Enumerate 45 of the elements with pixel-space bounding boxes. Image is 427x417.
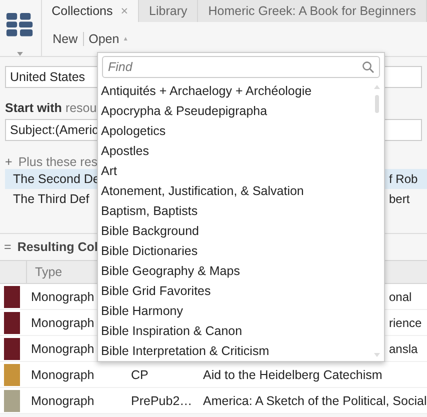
menu-item[interactable]: Bible Grid Favorites bbox=[101, 281, 373, 301]
menu-item[interactable]: Bible Harmony bbox=[101, 301, 373, 321]
menu-item[interactable]: Bible Geography & Maps bbox=[101, 261, 373, 281]
table-cell: Monograph bbox=[31, 368, 94, 382]
scroll-down-arrow-icon[interactable] bbox=[374, 353, 380, 357]
column-header[interactable]: Type bbox=[27, 261, 62, 283]
table-cell: Monograph bbox=[31, 290, 94, 304]
caret-icon[interactable] bbox=[17, 52, 24, 56]
plus-icon[interactable]: + bbox=[5, 155, 12, 169]
table-cell: Monograph bbox=[31, 394, 94, 408]
new-button[interactable]: New bbox=[48, 32, 83, 46]
table-cell-text: ansla bbox=[389, 342, 419, 356]
resulting-heading: Resulting Col bbox=[17, 240, 98, 254]
search-icon[interactable] bbox=[362, 61, 374, 73]
table-cell: Aid to the Heidelberg Catechism bbox=[203, 368, 382, 382]
menu-item[interactable]: Bible Inspiration & Canon bbox=[101, 321, 373, 341]
resource-title: bert bbox=[389, 191, 411, 208]
scroll-up-arrow-icon[interactable] bbox=[374, 85, 380, 89]
plus-heading: Plus these res bbox=[18, 155, 98, 169]
menu-item[interactable]: Atonement, Justification, & Salvation bbox=[101, 181, 373, 201]
menu-item[interactable]: Apostles bbox=[101, 141, 373, 161]
menu-item[interactable]: Bible Dictionaries bbox=[101, 241, 373, 261]
menu-item[interactable]: Bible Interpretation & Criticism bbox=[101, 341, 373, 361]
tab[interactable]: Homeric Greek: A Book for Beginners bbox=[198, 0, 427, 22]
table-cell: PrePub2… bbox=[131, 394, 192, 408]
tab[interactable]: Collections × bbox=[42, 0, 140, 22]
resource-title: f Rob bbox=[389, 171, 419, 188]
table-cell-text: onal bbox=[389, 290, 413, 304]
menu-item[interactable]: Apocrypha & Pseudepigrapha bbox=[101, 101, 373, 121]
table-cell: CP bbox=[131, 368, 148, 382]
menu-item[interactable]: Bible Background bbox=[101, 221, 373, 241]
start-with-label: Start with resou bbox=[5, 101, 97, 115]
find-field[interactable]: Find bbox=[102, 56, 380, 78]
equals-icon: = bbox=[4, 240, 12, 254]
table-cell: Monograph bbox=[31, 342, 94, 356]
menu-item[interactable]: Baptism, Baptists bbox=[101, 201, 373, 221]
table-cell-text: rience bbox=[389, 316, 423, 330]
table-cell: America: A Sketch of the Political, Social, bbox=[203, 394, 427, 408]
resource-title: The Third Def bbox=[13, 191, 90, 208]
books-logo-icon[interactable] bbox=[6, 11, 34, 38]
table-cell: Monograph bbox=[31, 316, 94, 330]
menu-item[interactable]: Antiquités + Archaelogy + Archéologie bbox=[101, 81, 373, 101]
menu-item[interactable]: Art bbox=[101, 161, 373, 181]
tab[interactable]: Library bbox=[139, 0, 198, 22]
menu-item[interactable]: Apologetics bbox=[101, 121, 373, 141]
